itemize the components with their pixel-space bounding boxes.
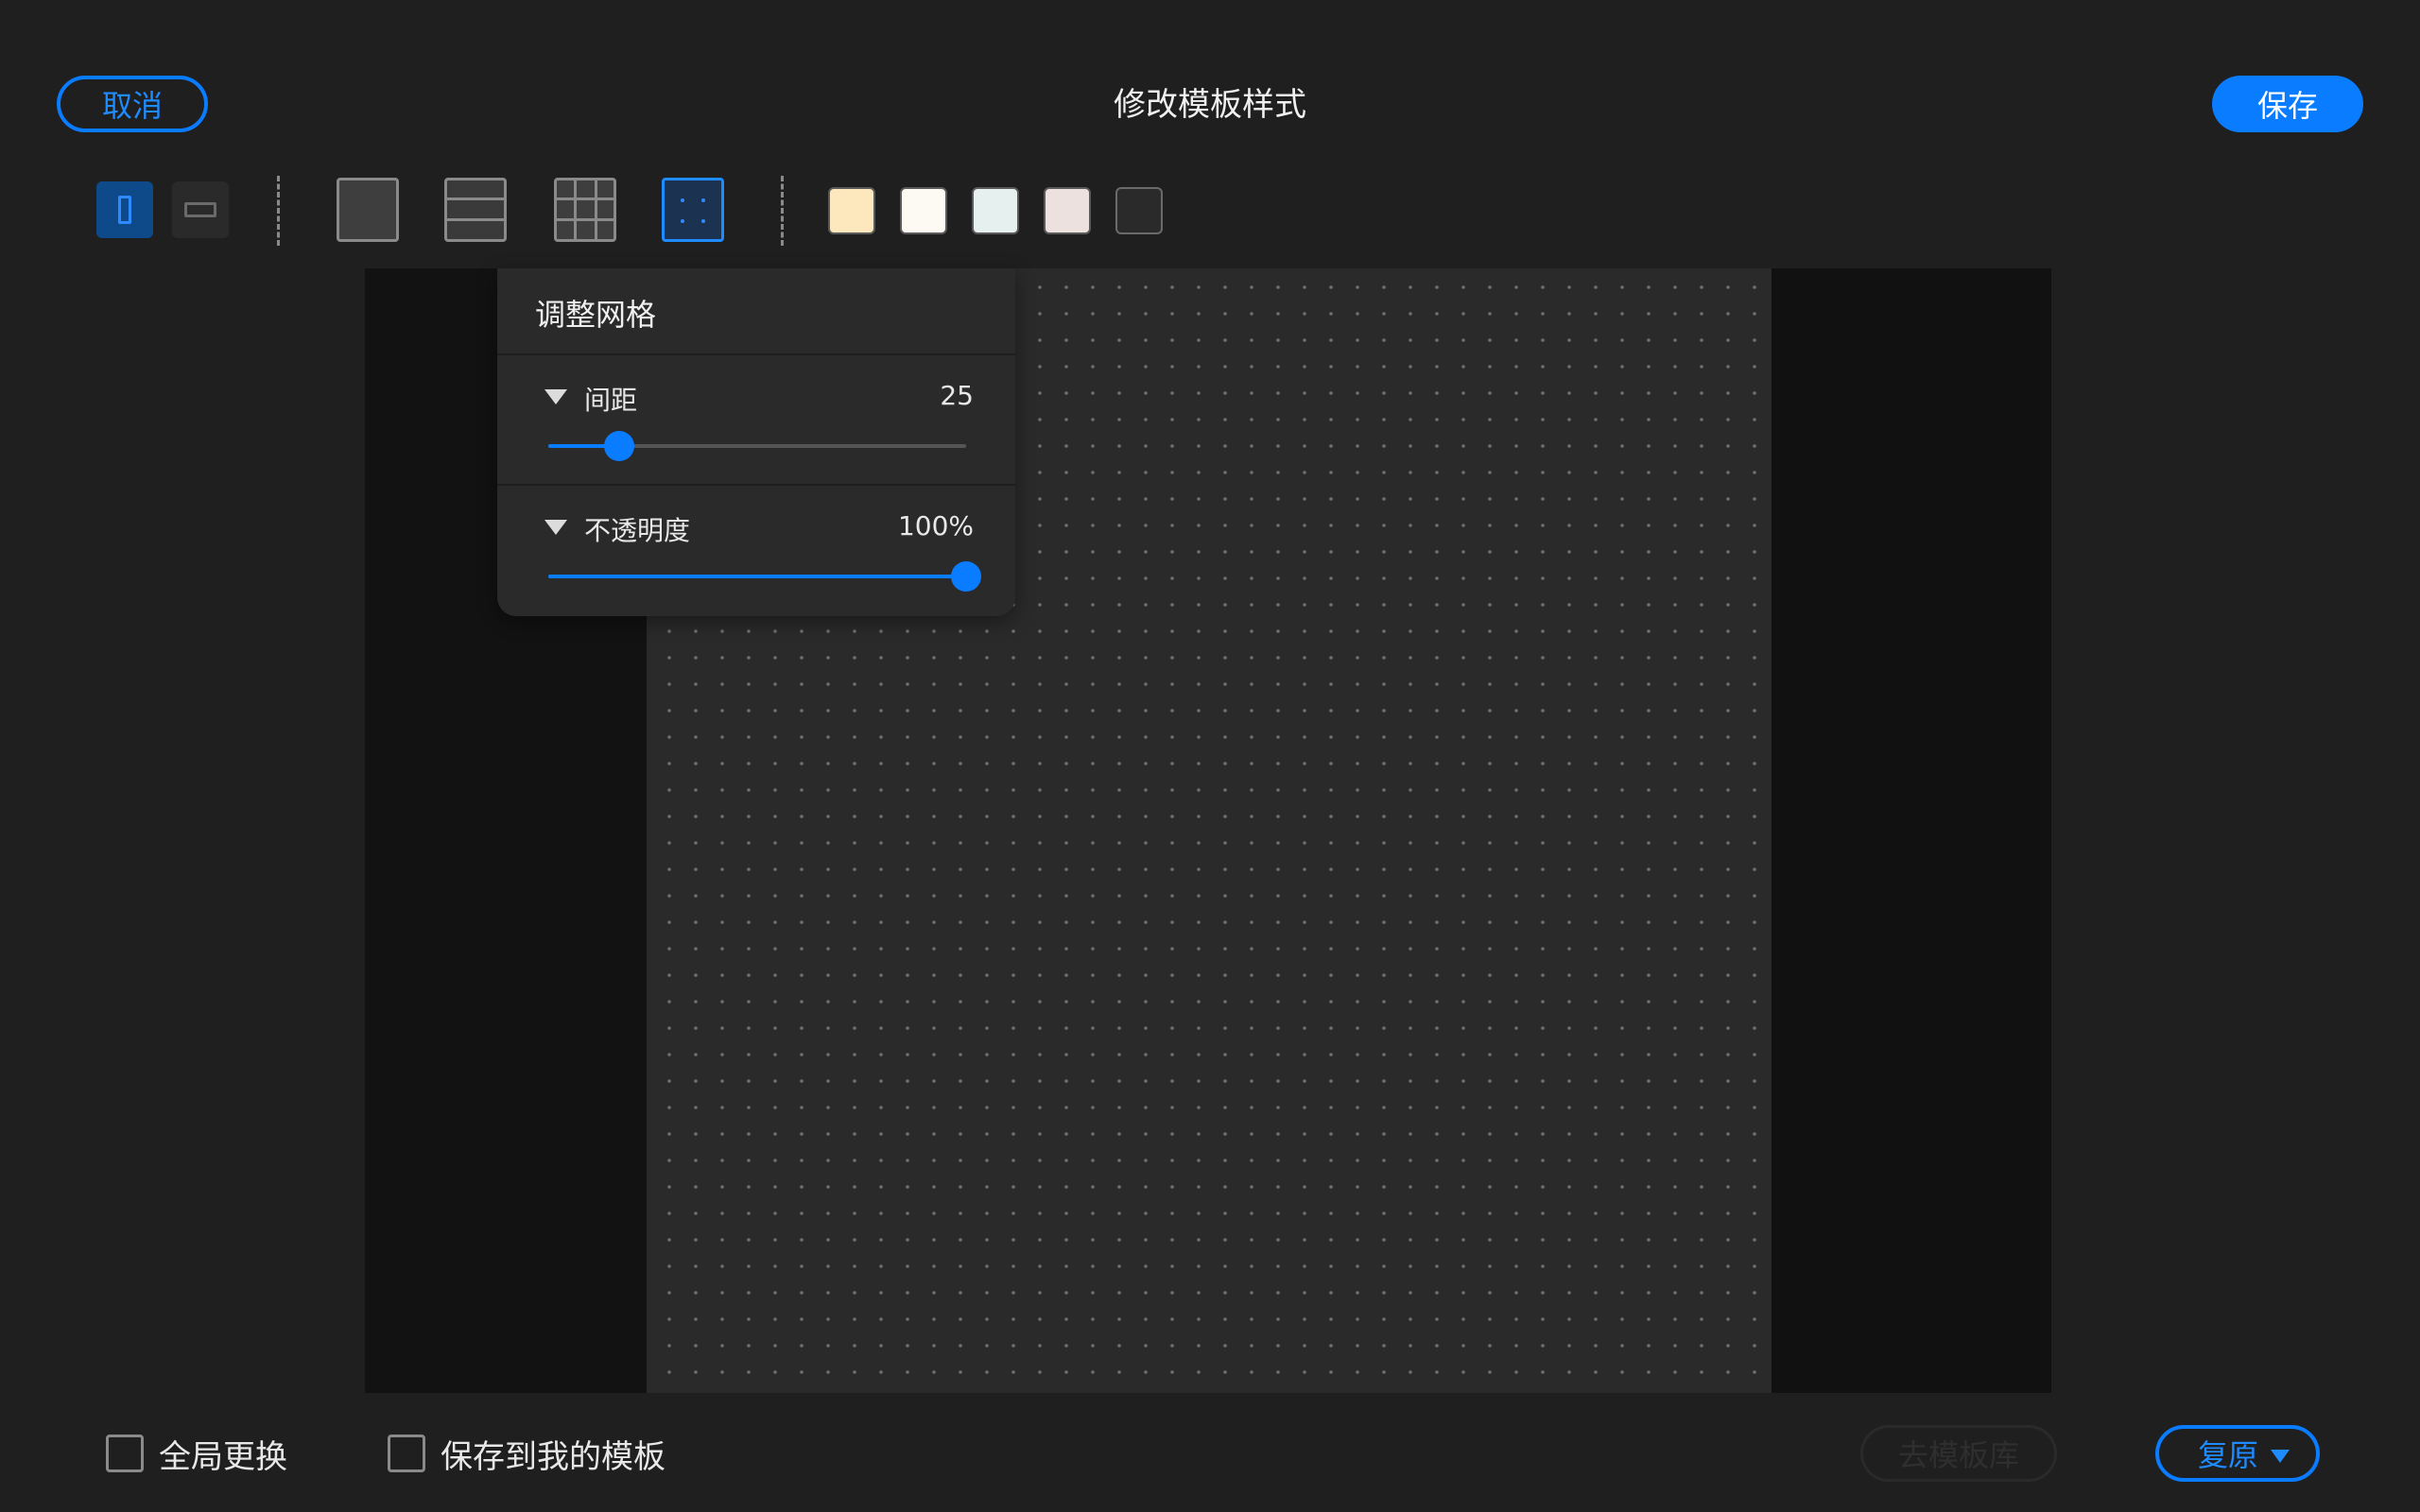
spacing-value: 25 [940, 380, 974, 411]
grid-adjust-panel: 调整网格 间距 25 不透明度 100% [497, 268, 1015, 616]
save-to-my-templates-checkbox[interactable] [388, 1435, 425, 1472]
toolbar-divider [781, 176, 784, 246]
pattern-blank-button[interactable] [337, 178, 399, 242]
color-swatch-dark[interactable] [1115, 187, 1163, 234]
opacity-value: 100% [897, 510, 974, 541]
global-replace-label[interactable]: 全局更换 [159, 1431, 287, 1477]
pattern-dotted-button[interactable] [662, 178, 724, 242]
spacing-slider[interactable] [548, 431, 966, 461]
spacing-label: 间距 [584, 385, 638, 416]
color-swatch-mint[interactable] [972, 187, 1019, 234]
pattern-grid-button[interactable] [554, 178, 616, 242]
panel-title: 调整网格 [535, 297, 657, 333]
dropdown-triangle-icon [2271, 1450, 2290, 1463]
opacity-collapse-caret-icon[interactable] [544, 520, 567, 535]
spacing-slider-thumb[interactable] [604, 431, 635, 461]
color-swatch-white[interactable] [900, 187, 947, 234]
go-to-template-library-button[interactable]: 去模板库 [1860, 1425, 2057, 1482]
cancel-button[interactable]: 取消 [57, 76, 208, 132]
global-replace-checkbox[interactable] [106, 1435, 144, 1472]
color-swatch-pink[interactable] [1044, 187, 1091, 234]
save-to-my-templates-label[interactable]: 保存到我的模板 [441, 1431, 666, 1477]
landscape-icon [184, 202, 216, 217]
opacity-slider-fill [548, 575, 966, 578]
portrait-icon [118, 196, 131, 224]
page-title: 修改模板样式 [1114, 86, 1306, 124]
portrait-orientation-button[interactable] [96, 181, 153, 238]
landscape-orientation-button[interactable] [172, 181, 229, 238]
opacity-slider-thumb[interactable] [951, 561, 981, 592]
opacity-label: 不透明度 [584, 515, 691, 546]
pattern-lined-button[interactable] [444, 178, 507, 242]
panel-divider [497, 353, 1015, 355]
opacity-slider[interactable] [548, 561, 981, 592]
toolbar-divider [277, 176, 280, 246]
restore-label: 复原 [2197, 1437, 2258, 1473]
restore-button[interactable]: 复原 [2155, 1425, 2320, 1482]
spacing-collapse-caret-icon[interactable] [544, 389, 567, 404]
panel-divider [497, 484, 1015, 486]
color-swatch-cream[interactable] [828, 187, 875, 234]
save-button[interactable]: 保存 [2212, 76, 2363, 132]
